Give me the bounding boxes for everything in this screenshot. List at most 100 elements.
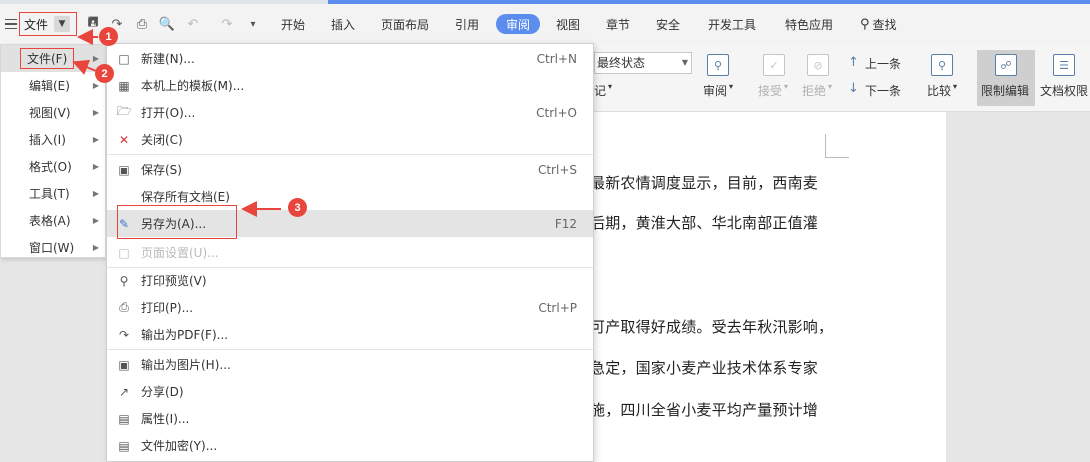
document-line: 急定，国家小麦产业技术体系专家	[590, 359, 819, 377]
document-line: 后期，黄淮大部、华北南部正值灌	[590, 214, 819, 232]
new-doc-icon: □	[118, 51, 130, 66]
accept-label[interactable]: 接受	[758, 82, 782, 99]
review-label[interactable]: 审阅	[703, 82, 727, 99]
print-preview-icon: ⚲	[119, 273, 129, 288]
previous-change-label[interactable]: 上一条	[865, 55, 901, 72]
restrict-editing-label: 限制编辑	[981, 84, 1030, 98]
left-menu-label: 文件(F)	[20, 48, 75, 69]
tab-view[interactable]: 视图	[555, 12, 581, 36]
tab-security[interactable]: 安全	[655, 12, 681, 36]
menu-item-template[interactable]: ▦ 本机上的模板(M)...	[107, 72, 593, 99]
undo-icon[interactable]: ↶	[184, 12, 202, 36]
menu-item-label: 输出为PDF(F)...	[141, 328, 229, 342]
menu-item-properties[interactable]: ▤ 属性(I)...	[107, 405, 593, 432]
menu-item-label: 关闭(C)	[141, 133, 183, 147]
left-menu-label: 插入(I)	[29, 133, 66, 147]
redo-icon[interactable]: ↷	[218, 12, 236, 36]
menu-item-share[interactable]: ↗ 分享(D)	[107, 378, 593, 405]
document-line: 最新农情调度显示，目前，西南麦	[590, 174, 819, 192]
menu-item-shortcut: Ctrl+P	[538, 300, 577, 315]
chevron-down-icon[interactable]: ▾	[729, 82, 733, 91]
left-menu-label: 表格(A)	[29, 214, 71, 228]
search-label: 查找	[872, 17, 897, 32]
menu-item-open[interactable]: 🗁 打开(O)... Ctrl+O	[107, 99, 593, 126]
menu-item-label: 文件加密(Y)...	[141, 439, 218, 453]
menu-item-shortcut: Ctrl+S	[537, 162, 577, 177]
chevron-down-icon[interactable]: ▾	[953, 82, 957, 91]
markup-state-select[interactable]: 最终状态 ▼	[594, 52, 692, 74]
file-menu-label: 文件	[24, 17, 49, 32]
next-change-icon[interactable]: ↓	[848, 81, 859, 96]
pdf-icon: ↷	[118, 327, 130, 342]
compare-label[interactable]: 比较	[927, 82, 951, 99]
menu-item-export-image[interactable]: ▣ 输出为图片(H)...	[107, 351, 593, 378]
menu-item-label: 新建(N)...	[141, 52, 195, 66]
properties-icon: ▤	[118, 411, 130, 426]
menu-item-save[interactable]: ▣ 保存(S) Ctrl+S	[107, 156, 593, 183]
document-line: 可产取得好成绩。受去年秋汛影响，	[590, 318, 834, 336]
menu-item-close[interactable]: ✕ 关闭(C)	[107, 126, 593, 153]
file-menu-button[interactable]: 文件 ▼	[19, 12, 77, 36]
document-permission-label[interactable]: 文档权限	[1040, 82, 1088, 99]
menu-item-print[interactable]: ⎙ 打印(P)... Ctrl+P	[107, 294, 593, 321]
show-markup-label[interactable]: 记	[594, 82, 606, 99]
tab-references[interactable]: 引用	[454, 12, 480, 36]
reject-label[interactable]: 拒绝	[802, 82, 826, 99]
left-menu-item-table[interactable]: 表格(A) ▶	[1, 207, 105, 234]
menu-item-new[interactable]: □ 新建(N)... Ctrl+N	[107, 45, 593, 72]
search-button[interactable]: ⚲ 查找	[860, 12, 897, 36]
chevron-right-icon: ▶	[92, 135, 99, 144]
menu-item-label: 分享(D)	[141, 385, 184, 399]
next-change-label[interactable]: 下一条	[865, 82, 901, 99]
menu-item-shortcut: Ctrl+O	[536, 105, 577, 120]
document-line: 施，四川全省小麦平均产量预计增	[590, 401, 819, 419]
chevron-down-icon: ▼	[681, 58, 688, 67]
left-menu-item-format[interactable]: 格式(O) ▶	[1, 153, 105, 180]
save-icon: ▣	[118, 162, 130, 177]
compare-icon[interactable]: ⚲	[931, 54, 953, 76]
menu-item-encrypt[interactable]: ▤ 文件加密(Y)...	[107, 432, 593, 459]
customize-toolbar-icon[interactable]: ▾	[244, 12, 262, 36]
print-preview-icon[interactable]: 🔍	[158, 12, 176, 36]
page-setup-icon: □	[118, 245, 130, 260]
previous-change-icon[interactable]: ↑	[848, 55, 859, 70]
close-doc-icon: ✕	[118, 132, 130, 147]
step-badge-1: 1	[99, 27, 118, 46]
menu-item-export-pdf[interactable]: ↷ 输出为PDF(F)...	[107, 321, 593, 348]
chevron-down-icon[interactable]: ▼	[54, 16, 71, 32]
left-menu-item-view[interactable]: 视图(V) ▶	[1, 99, 105, 126]
menu-item-shortcut: Ctrl+N	[536, 51, 577, 66]
menu-item-label: 打开(O)...	[141, 106, 196, 120]
menu-item-print-preview[interactable]: ⚲ 打印预览(V)	[107, 267, 593, 294]
tab-insert[interactable]: 插入	[330, 12, 356, 36]
chevron-right-icon: ▶	[92, 243, 99, 252]
print-icon: ⎙	[119, 300, 129, 314]
image-export-icon: ▣	[118, 357, 130, 372]
menu-separator	[107, 349, 593, 350]
left-menu-item-window[interactable]: 窗口(W) ▶	[1, 234, 105, 261]
left-menu-item-insert[interactable]: 插入(I) ▶	[1, 126, 105, 153]
menu-item-label: 保存(S)	[141, 163, 182, 177]
menubar: 文件 ▼ 🖪 ↷ ⎙ 🔍 ↶ ↷ ▾ 开始 插入 页面布局 引用 审阅 视图 章…	[0, 4, 1090, 44]
reject-icon[interactable]: ⊘	[807, 54, 829, 76]
tab-home[interactable]: 开始	[280, 12, 306, 36]
left-menu-item-edit[interactable]: 编辑(E) ▶	[1, 72, 105, 99]
review-icon[interactable]: ⚲	[707, 54, 729, 76]
tab-section[interactable]: 章节	[605, 12, 631, 36]
tab-review[interactable]: 审阅	[496, 14, 541, 34]
accept-icon[interactable]: ✓	[763, 54, 785, 76]
step-badge-3: 3	[288, 198, 307, 217]
document-permission-icon[interactable]: ☰	[1053, 54, 1075, 76]
save-as-highlight-box	[117, 205, 237, 239]
tab-page-layout[interactable]: 页面布局	[380, 12, 430, 36]
print-icon[interactable]: ⎙	[133, 12, 151, 36]
chevron-down-icon[interactable]: ▾	[608, 82, 612, 91]
menu-item-label: 本机上的模板(M)...	[141, 79, 245, 93]
hamburger-menu-icon[interactable]	[3, 12, 19, 36]
chevron-down-icon: ▾	[784, 82, 789, 91]
left-menu-item-file[interactable]: 文件(F) ▶	[1, 45, 105, 72]
left-menu-item-tools[interactable]: 工具(T) ▶	[1, 180, 105, 207]
menu-item-page-setup[interactable]: □ 页面设置(U)...	[107, 239, 593, 266]
tab-developer[interactable]: 开发工具	[707, 12, 757, 36]
tab-features[interactable]: 特色应用	[784, 12, 834, 36]
